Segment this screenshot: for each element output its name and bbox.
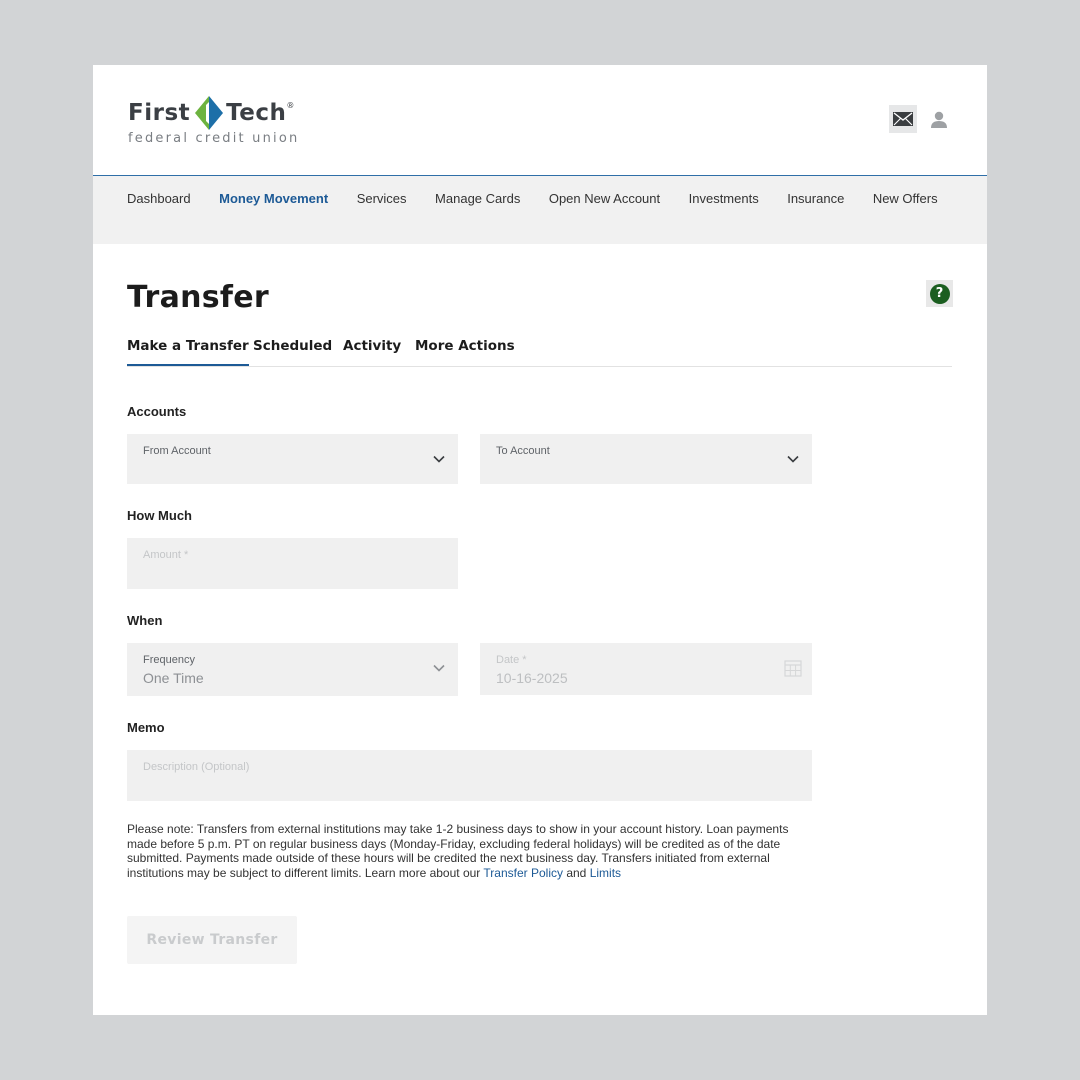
nav-item-money-movement[interactable]: Money Movement [219,192,328,206]
chevron-down-icon [433,664,445,672]
frequency-label: Frequency [143,654,195,666]
nav-item-services[interactable]: Services [357,192,407,206]
help-icon: ? [929,283,950,304]
transfer-policy-link[interactable]: Transfer Policy [483,866,563,880]
tab-make-a-transfer[interactable]: Make a Transfer [127,333,249,366]
nav-item-dashboard[interactable]: Dashboard [127,192,191,206]
accounts-section-label: Accounts [127,404,187,419]
profile-button[interactable] [928,109,950,131]
date-value: 10-16-2025 [496,670,568,686]
note-conjunction: and [563,865,590,880]
main-nav: Dashboard Money Movement Services Manage… [93,176,987,244]
transfer-note: Please note: Transfers from external ins… [127,822,807,880]
nav-item-insurance[interactable]: Insurance [787,192,844,206]
to-account-label: To Account [496,445,550,457]
logo-word-tech: Tech [226,100,287,126]
transfer-note-text: Please note: Transfers from external ins… [127,822,789,880]
help-button[interactable]: ? [926,280,953,307]
site-header: First Tech ® federal credit union [93,65,987,176]
from-account-select[interactable]: From Account [127,434,458,484]
logo-leaf-icon [195,96,224,130]
nav-item-new-offers[interactable]: New Offers [873,192,938,206]
chevron-down-icon [787,455,799,463]
limits-link[interactable]: Limits [590,866,621,880]
from-account-label: From Account [143,445,211,457]
calendar-icon[interactable] [784,659,802,677]
description-label: Description (Optional) [143,761,250,773]
mail-icon [893,112,913,126]
how-much-section-label: How Much [127,508,192,523]
date-input[interactable]: Date * 10-16-2025 [480,643,812,695]
tab-scheduled[interactable]: Scheduled [253,333,332,365]
page-title: Transfer [127,280,270,315]
frequency-value: One Time [143,670,204,686]
page-card: First Tech ® federal credit union Dashbo… [93,65,987,1015]
nav-item-investments[interactable]: Investments [689,192,759,206]
transfer-tabs: Make a Transfer Scheduled Activity More … [127,333,952,367]
review-transfer-button[interactable]: Review Transfer [127,916,297,964]
logo-registered-mark: ® [286,100,295,110]
when-section-label: When [127,613,163,628]
amount-input[interactable]: Amount * [127,538,458,589]
tab-more-actions[interactable]: More Actions [415,333,515,365]
chevron-down-icon [433,455,445,463]
date-label: Date * [496,654,527,666]
user-icon [931,111,947,128]
to-account-select[interactable]: To Account [480,434,812,484]
description-input[interactable]: Description (Optional) [127,750,812,801]
messages-button[interactable] [889,105,917,133]
tab-activity[interactable]: Activity [343,333,401,365]
memo-section-label: Memo [127,720,165,735]
frequency-select[interactable]: Frequency One Time [127,643,458,696]
brand-logo[interactable]: First Tech ® federal credit union [128,96,299,146]
nav-item-manage-cards[interactable]: Manage Cards [435,192,520,206]
logo-word-first: First [128,100,191,126]
nav-item-open-new-account[interactable]: Open New Account [549,192,660,206]
logo-tagline: federal credit union [128,131,300,146]
amount-label: Amount * [143,549,189,561]
